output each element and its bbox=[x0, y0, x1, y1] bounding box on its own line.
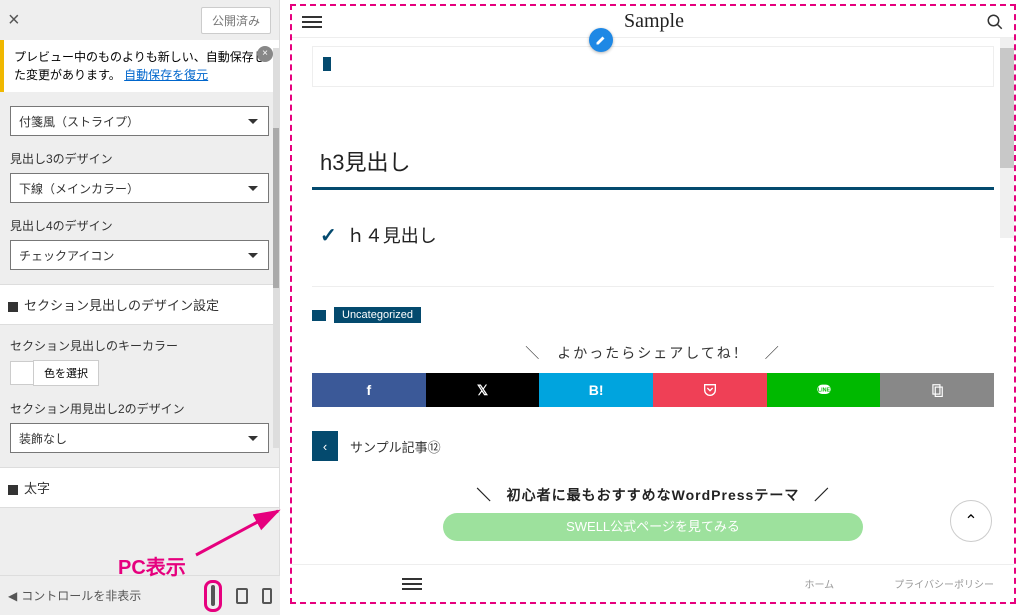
preview-scrollbar[interactable] bbox=[1000, 38, 1014, 238]
h2-design-select[interactable]: 付箋風（ストライプ） bbox=[10, 106, 269, 136]
preview-pane: Sample h3見出し ✓ｈ４見出し Uncategorized ＼ よかった… bbox=[292, 6, 1014, 602]
h3-sample: h3見出し bbox=[312, 127, 994, 190]
search-icon[interactable] bbox=[986, 13, 1004, 31]
bold-section-header: 太字 bbox=[0, 467, 279, 508]
mobile-footer-bar: ホーム プライバシーポリシー bbox=[292, 564, 1014, 602]
h4-sample: ✓ｈ４見出し bbox=[312, 204, 994, 266]
device-desktop-selected[interactable] bbox=[204, 580, 222, 612]
footer-menu-icon[interactable] bbox=[402, 575, 422, 593]
footer-link-privacy[interactable]: プライバシーポリシー bbox=[894, 576, 994, 591]
share-pocket[interactable] bbox=[653, 373, 767, 407]
cta-title: ＼ 初心者に最もおすすめなWordPressテーマ ／ bbox=[312, 485, 994, 505]
close-icon[interactable]: × bbox=[8, 9, 20, 32]
prev-post-link[interactable]: ‹ サンプル記事⑫ bbox=[312, 431, 441, 461]
divider bbox=[312, 286, 994, 287]
restore-link[interactable]: 自動保存を復元 bbox=[124, 68, 208, 82]
share-title: ＼ よかったらシェアしてね！ ／ bbox=[312, 343, 994, 363]
keycolor-label: セクション見出しのキーカラー bbox=[10, 337, 269, 354]
hide-controls-button[interactable]: ◀ コントロールを非表示 bbox=[8, 587, 141, 604]
pagetop-button[interactable]: ⌃ bbox=[950, 500, 992, 542]
share-facebook[interactable]: f bbox=[312, 373, 426, 407]
menu-icon[interactable] bbox=[302, 13, 322, 31]
sidebar-topbar: × 公開済み bbox=[0, 0, 279, 40]
sidebar-body: 付箋風（ストライプ） 見出し3のデザイン 下線（メインカラー） 見出し4のデザイ… bbox=[0, 92, 279, 528]
sidebar-bottombar: ◀ コントロールを非表示 bbox=[0, 575, 280, 615]
share-line[interactable]: LINE bbox=[767, 373, 881, 407]
annotation-label: PC表示 bbox=[118, 551, 186, 580]
check-icon: ✓ bbox=[320, 223, 337, 248]
color-swatch[interactable] bbox=[10, 361, 34, 385]
preview-pane-outline: Sample h3見出し ✓ｈ４見出し Uncategorized ＼ よかった… bbox=[290, 4, 1016, 604]
notice-close-icon[interactable]: × bbox=[257, 46, 273, 62]
category-badge[interactable]: Uncategorized bbox=[334, 307, 421, 323]
h2-sample bbox=[312, 46, 994, 87]
edit-shortcut-icon[interactable] bbox=[589, 28, 613, 52]
autosave-notice: プレビュー中のものよりも新しい、自動保存した変更があります。 自動保存を復元 × bbox=[0, 40, 279, 92]
chevron-left-icon: ‹ bbox=[312, 431, 338, 461]
share-copy[interactable] bbox=[880, 373, 994, 407]
share-buttons: f 𝕏 B! LINE bbox=[312, 373, 994, 407]
sec-h2-label: セクション用見出し2のデザイン bbox=[10, 400, 269, 417]
site-title[interactable]: Sample bbox=[322, 10, 986, 33]
folder-icon bbox=[312, 310, 326, 321]
footer-link-home[interactable]: ホーム bbox=[804, 576, 834, 591]
h4-design-label: 見出し4のデザイン bbox=[10, 217, 269, 234]
site-header: Sample bbox=[292, 6, 1014, 38]
sec-h2-select[interactable]: 装飾なし bbox=[10, 423, 269, 453]
share-x[interactable]: 𝕏 bbox=[426, 373, 540, 407]
category-row: Uncategorized bbox=[312, 307, 994, 323]
chevron-left-icon: ◀ bbox=[8, 589, 17, 603]
section-design-header: セクション見出しのデザイン設定 bbox=[0, 284, 279, 325]
h3-design-select[interactable]: 下線（メインカラー） bbox=[10, 173, 269, 203]
svg-text:LINE: LINE bbox=[817, 387, 830, 393]
chevron-up-icon: ⌃ bbox=[964, 511, 977, 531]
tablet-icon[interactable] bbox=[236, 588, 248, 604]
color-select-button[interactable]: 色を選択 bbox=[33, 360, 99, 386]
cta-button[interactable]: SWELL公式ページを見てみる bbox=[443, 513, 863, 541]
phone-icon[interactable] bbox=[262, 588, 272, 604]
h4-design-select[interactable]: チェックアイコン bbox=[10, 240, 269, 270]
post-content: h3見出し ✓ｈ４見出し Uncategorized ＼ よかったらシェアしてね… bbox=[292, 46, 1014, 541]
sidebar-scrollbar[interactable] bbox=[273, 48, 279, 448]
h3-design-label: 見出し3のデザイン bbox=[10, 150, 269, 167]
customizer-sidebar: × 公開済み プレビュー中のものよりも新しい、自動保存した変更があります。 自動… bbox=[0, 0, 280, 615]
share-hatena[interactable]: B! bbox=[539, 373, 653, 407]
desktop-icon bbox=[211, 585, 215, 606]
publish-button[interactable]: 公開済み bbox=[201, 7, 271, 34]
